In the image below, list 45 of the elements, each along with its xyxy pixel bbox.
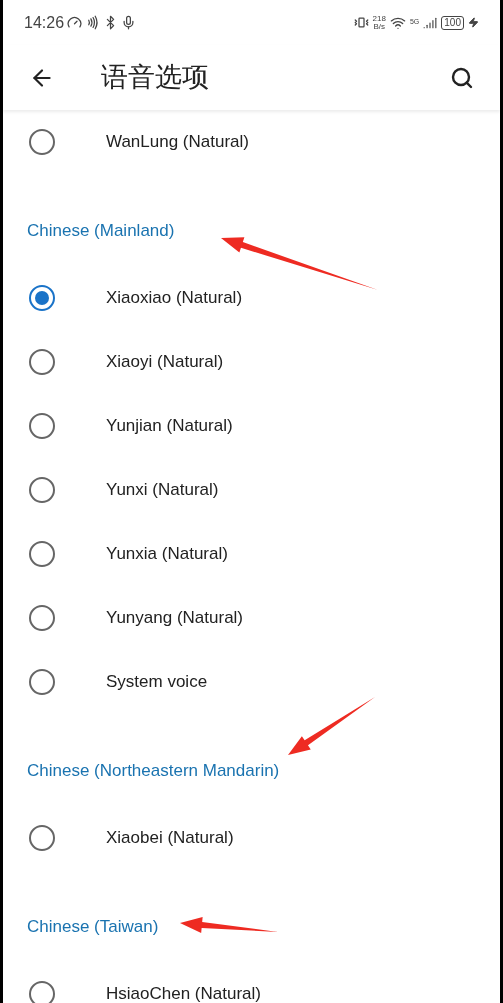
charging-icon bbox=[468, 17, 479, 28]
radio-button[interactable] bbox=[29, 477, 55, 503]
voice-option[interactable]: Yunxia (Natural) bbox=[3, 522, 500, 586]
voice-option[interactable]: HsiaoChen (Natural) bbox=[3, 962, 500, 1003]
voice-label: Xiaobei (Natural) bbox=[106, 827, 234, 850]
radio-button[interactable] bbox=[29, 825, 55, 851]
signal-icon bbox=[423, 15, 438, 30]
voice-label: System voice bbox=[106, 671, 208, 694]
voice-label: Yunxi (Natural) bbox=[106, 479, 219, 502]
section-header: Chinese (Taiwan) bbox=[27, 917, 159, 936]
voice-label: Xiaoyi (Natural) bbox=[106, 351, 224, 374]
voice-option[interactable]: System voice bbox=[3, 650, 500, 714]
radio-button[interactable] bbox=[29, 981, 55, 1003]
voice-label: Yunxia (Natural) bbox=[106, 543, 228, 566]
clock-time: 14:26 bbox=[24, 12, 65, 33]
section-header: Chinese (Northeastern Mandarin) bbox=[27, 761, 280, 780]
search-button[interactable] bbox=[450, 65, 474, 90]
voice-option[interactable]: Yunjian (Natural) bbox=[3, 394, 500, 458]
network-speed-unit: B/s bbox=[373, 22, 386, 31]
voice-label: Yunjian (Natural) bbox=[106, 415, 233, 438]
vibrate-icon bbox=[353, 15, 369, 30]
page-title: 语音选项 bbox=[101, 61, 210, 95]
radio-button[interactable] bbox=[29, 413, 55, 439]
battery-level: 100 bbox=[441, 15, 464, 30]
radio-button[interactable] bbox=[29, 349, 55, 375]
network-speed: 218 bbox=[372, 14, 386, 23]
voice-label: Xiaoxiao (Natural) bbox=[106, 287, 243, 310]
voice-label: WanLung (Natural) bbox=[106, 131, 249, 154]
gauge-icon bbox=[67, 15, 83, 30]
voice-option[interactable]: Xiaobei (Natural) bbox=[3, 806, 500, 870]
nfc-icon bbox=[85, 15, 101, 30]
radio-button[interactable] bbox=[29, 285, 55, 311]
radio-button[interactable] bbox=[29, 605, 55, 631]
radio-button[interactable] bbox=[29, 669, 55, 695]
voice-label: Yunyang (Natural) bbox=[106, 607, 244, 630]
microphone-icon bbox=[121, 15, 137, 30]
voice-option[interactable]: Xiaoyi (Natural) bbox=[3, 330, 500, 394]
voice-label: HsiaoChen (Natural) bbox=[106, 983, 261, 1003]
radio-button[interactable] bbox=[29, 129, 55, 155]
voice-option[interactable]: Yunxi (Natural) bbox=[3, 458, 500, 522]
voice-option[interactable]: WanLung (Natural) bbox=[3, 110, 500, 174]
voice-option[interactable]: Xiaoxiao (Natural) bbox=[3, 266, 500, 330]
voice-option[interactable]: Yunyang (Natural) bbox=[3, 586, 500, 650]
section-header: Chinese (Mainland) bbox=[27, 221, 175, 240]
radio-button[interactable] bbox=[29, 541, 55, 567]
